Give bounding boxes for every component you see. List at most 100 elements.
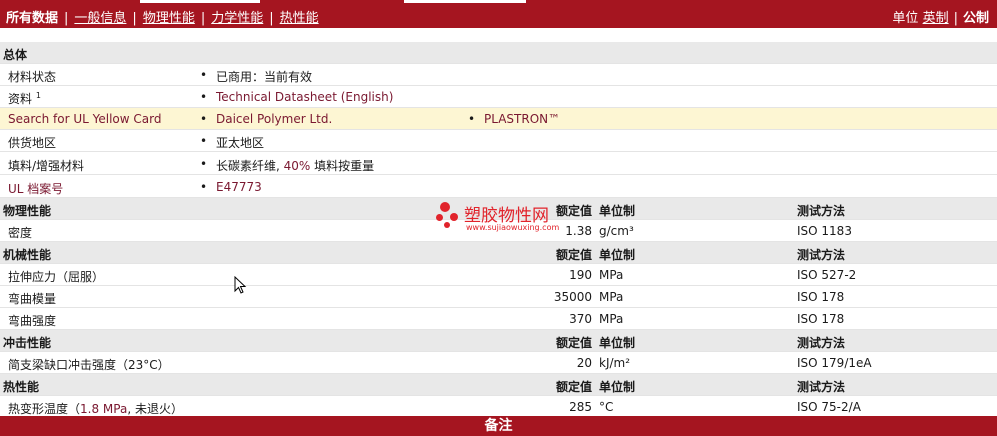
row-label: 填料/增强材料 (8, 159, 85, 173)
ul-file-number-link[interactable]: E47773 (216, 180, 262, 194)
general-section-header: 总体 (0, 42, 997, 64)
watermark-logo-dot (450, 213, 458, 221)
unit-metric-link[interactable]: 公制 (963, 11, 989, 26)
section-nav: 所有数据 | 一般信息 | 物理性能 | 力学性能 | 热性能 (6, 7, 319, 26)
datasheet-link[interactable]: Technical Datasheet (English) (216, 90, 393, 104)
nav-separator: | (64, 11, 69, 26)
property-unit: MPa (599, 290, 624, 304)
tab-indicator (404, 0, 526, 3)
property-unit: MPa (599, 312, 624, 326)
notes-section-header: 备注 (0, 416, 997, 436)
brand-link[interactable]: PLASTRON™ (484, 112, 560, 126)
nav-separator: | (132, 11, 137, 26)
nominal-header: 额定值 (555, 336, 592, 350)
info-row: 资料 1 • Technical Datasheet (English) (0, 86, 997, 108)
info-row: 材料状态 • 已商用：当前有效 (0, 64, 997, 86)
tab-indicator (140, 0, 260, 3)
material-status-value: 已商用：当前有效 (216, 70, 313, 84)
mechanical-section-header: 机械性能 额定值 单位制 测试方法 (0, 242, 997, 264)
bullet: • (200, 180, 208, 194)
info-row: UL 档案号 • E47773 (0, 176, 997, 198)
property-row: 弯曲模量 35000 MPa ISO 178 (0, 286, 997, 308)
property-label: 弯曲模量 (8, 292, 57, 306)
property-row: 弯曲强度 370 MPa ISO 178 (0, 308, 997, 330)
unit-imperial-link[interactable]: 英制 (923, 11, 949, 26)
watermark-logo-dot (436, 214, 443, 221)
property-method: ISO 179/1eA (797, 356, 872, 370)
section-title: 机械性能 (3, 248, 52, 262)
info-row: 供货地区 • 亚太地区 (0, 130, 997, 152)
section-title: 物理性能 (3, 204, 52, 218)
section-title: 冲击性能 (3, 336, 52, 350)
row-label: 材料状态 (8, 70, 57, 84)
property-value: 285 (569, 400, 592, 414)
footnote-marker: 1 (35, 91, 41, 100)
method-header: 测试方法 (797, 204, 846, 218)
row-label: 资料 1 (8, 91, 41, 106)
unit-header: 单位制 (599, 248, 636, 262)
nav-thermal[interactable]: 热性能 (280, 11, 319, 26)
nav-physical[interactable]: 物理性能 (143, 11, 195, 26)
property-value: 190 (569, 268, 592, 282)
unit-header: 单位制 (599, 204, 636, 218)
property-unit: kJ/m² (599, 356, 631, 370)
bullet: • (468, 112, 476, 126)
property-label: 拉伸应力（屈服） (8, 270, 105, 284)
nav-all-data[interactable]: 所有数据 (6, 11, 58, 26)
property-row: 简支梁缺口冲击强度（23°C） 20 kJ/m² ISO 179/1eA (0, 352, 997, 374)
top-nav-bar: 所有数据 | 一般信息 | 物理性能 | 力学性能 | 热性能 单位 英制 | 公制 (0, 0, 997, 28)
bullet: • (200, 90, 208, 104)
nav-separator: | (200, 11, 206, 26)
bullet: • (200, 68, 208, 82)
property-method: ISO 527-2 (797, 268, 857, 282)
property-label: 简支梁缺口冲击强度（23°C） (8, 358, 170, 372)
property-value: 35000 (553, 290, 592, 304)
property-method: ISO 178 (797, 312, 845, 326)
impact-section-header: 冲击性能 额定值 单位制 测试方法 (0, 330, 997, 352)
ul-yellow-card-link[interactable]: Search for UL Yellow Card (8, 112, 161, 126)
property-unit: °C (599, 400, 614, 414)
info-row-highlight: Search for UL Yellow Card • Daicel Polym… (0, 108, 997, 130)
method-header: 测试方法 (797, 336, 846, 350)
watermark-logo-dot (444, 222, 450, 228)
nominal-header: 额定值 (555, 248, 592, 262)
nav-mechanical[interactable]: 力学性能 (211, 11, 263, 26)
row-label: 供货地区 (8, 136, 57, 150)
bullet: • (200, 157, 208, 171)
property-value: 20 (576, 356, 592, 370)
property-method: ISO 75-2/A (797, 400, 861, 414)
property-value: 370 (569, 312, 592, 326)
property-label: 弯曲强度 (8, 314, 57, 328)
unit-header: 单位制 (599, 380, 636, 394)
property-unit: MPa (599, 268, 624, 282)
filler-value: 长碳素纤维, 40% 填料按重量 (216, 159, 375, 173)
section-title: 总体 (3, 48, 28, 62)
site-watermark: 塑胶物性网 www.sujiaowuxing.com (436, 200, 566, 236)
supplier-link[interactable]: Daicel Polymer Ltd. (216, 112, 332, 126)
unit-header: 单位制 (599, 336, 636, 350)
method-header: 测试方法 (797, 380, 846, 394)
property-row: 热变形温度（1.8 MPa, 未退火） 285 °C ISO 75-2/A (0, 396, 997, 418)
bullet: • (200, 134, 208, 148)
mouse-cursor-icon (234, 276, 247, 294)
property-label: 热变形温度（1.8 MPa, 未退火） (8, 402, 183, 416)
nav-general-info[interactable]: 一般信息 (74, 11, 126, 26)
thermal-section-header: 热性能 额定值 单位制 测试方法 (0, 374, 997, 396)
nav-separator: | (269, 11, 274, 26)
property-unit: g/cm³ (599, 224, 634, 238)
watermark-url: www.sujiaowuxing.com (466, 223, 560, 232)
method-header: 测试方法 (797, 248, 846, 262)
property-label: 密度 (8, 226, 33, 240)
units-label: 单位 (892, 11, 919, 26)
unit-switcher: 单位 英制 | 公制 (892, 7, 989, 26)
watermark-logo-dot (440, 202, 450, 212)
property-method: ISO 178 (797, 290, 845, 304)
info-row: 填料/增强材料 • 长碳素纤维, 40% 填料按重量 (0, 153, 997, 175)
property-row: 拉伸应力（屈服） 190 MPa ISO 527-2 (0, 264, 997, 286)
row-label: UL 档案号 (8, 182, 64, 196)
region-value: 亚太地区 (216, 136, 265, 150)
nominal-header: 额定值 (555, 380, 592, 394)
property-value: 1.38 (565, 224, 592, 238)
section-title: 热性能 (3, 380, 40, 394)
bullet: • (200, 112, 208, 126)
